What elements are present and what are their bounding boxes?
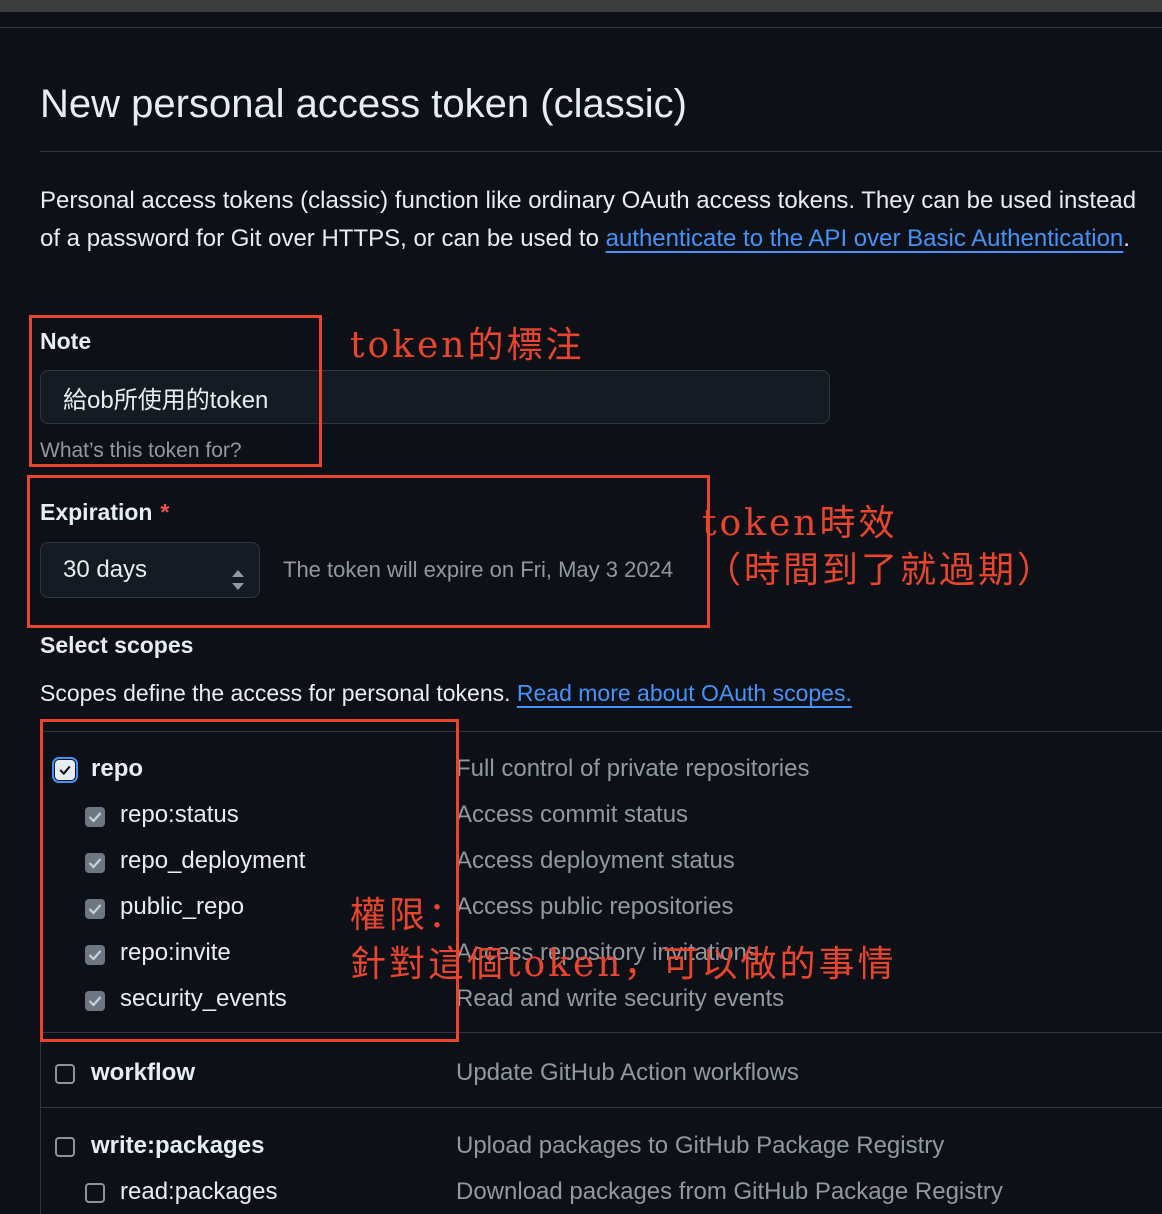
window-top-bar [0, 0, 1162, 12]
intro-end: . [1123, 225, 1130, 252]
security-events-checkbox[interactable] [85, 991, 105, 1011]
basic-auth-link[interactable]: authenticate to the API over Basic Authe… [606, 225, 1124, 252]
scope-name-repo-status: repo:status [120, 801, 239, 828]
workflow-checkbox[interactable] [55, 1064, 75, 1084]
scope-desc-security-events: Read and write security events [456, 985, 785, 1012]
repo-invite-checkbox[interactable] [85, 945, 105, 965]
scope-name-workflow: workflow [91, 1059, 196, 1086]
repo-checkbox[interactable] [52, 757, 78, 783]
scope-name-write-packages: write:packages [91, 1132, 265, 1159]
scope-name-security-events: security_events [120, 985, 287, 1012]
scope-desc-workflow: Update GitHub Action workflows [456, 1059, 799, 1086]
scope-name-read-packages: read:packages [120, 1178, 278, 1205]
scopes-description: Scopes define the access for personal to… [40, 680, 852, 707]
expiration-info: The token will expire on Fri, May 3 2024 [283, 557, 674, 582]
expiration-annotation-line2: （時間到了就過期） [705, 550, 1057, 591]
expiration-label-text: Expiration [40, 499, 153, 525]
repo-deployment-checkbox[interactable] [85, 853, 105, 873]
scope-desc-repo-deployment: Access deployment status [456, 847, 735, 874]
expiration-label: Expiration * [40, 499, 169, 526]
note-hint: What’s this token for? [40, 439, 242, 462]
page-title: New personal access token (classic) [40, 82, 687, 126]
scope-name-public-repo: public_repo [120, 893, 245, 920]
scopes-annotation-line1: 權限： [350, 895, 468, 936]
title-divider [40, 151, 1162, 152]
scope-divider [40, 1107, 1162, 1108]
scope-divider [40, 1032, 1162, 1033]
scopes-description-text: Scopes define the access for personal to… [40, 680, 517, 706]
repo-status-checkbox[interactable] [85, 807, 105, 827]
write-packages-checkbox[interactable] [55, 1137, 75, 1157]
scopes-annotation-line2: 針對這個token，可以做的事情 [350, 944, 897, 985]
expiration-selected-value: 30 days [63, 556, 148, 583]
expiration-select[interactable]: 30 days [40, 542, 260, 598]
scope-desc-repo: Full control of private repositories [456, 755, 810, 782]
oauth-scopes-link[interactable]: Read more about OAuth scopes. [517, 680, 852, 706]
note-annotation: token的標注 [350, 325, 585, 366]
public-repo-checkbox[interactable] [85, 899, 105, 919]
note-label: Note [40, 328, 92, 354]
select-arrows-icon [231, 558, 245, 590]
note-input[interactable] [40, 370, 830, 424]
scope-desc-public-repo: Access public repositories [456, 893, 734, 920]
read-packages-checkbox[interactable] [85, 1183, 105, 1203]
expiration-annotation-line1: token時效 [702, 503, 898, 544]
header-divider [0, 27, 1162, 28]
scopes-heading: Select scopes [40, 632, 194, 658]
intro-paragraph: Personal access tokens (classic) functio… [40, 182, 1150, 258]
scope-desc-write-packages: Upload packages to GitHub Package Regist… [456, 1132, 945, 1159]
scope-desc-read-packages: Download packages from GitHub Package Re… [456, 1178, 1003, 1205]
scope-name-repo: repo [91, 755, 144, 782]
required-mark: * [160, 499, 170, 525]
scope-name-repo-deployment: repo_deployment [120, 847, 306, 874]
scope-desc-repo-status: Access commit status [456, 801, 689, 828]
scope-name-repo-invite: repo:invite [120, 939, 231, 966]
